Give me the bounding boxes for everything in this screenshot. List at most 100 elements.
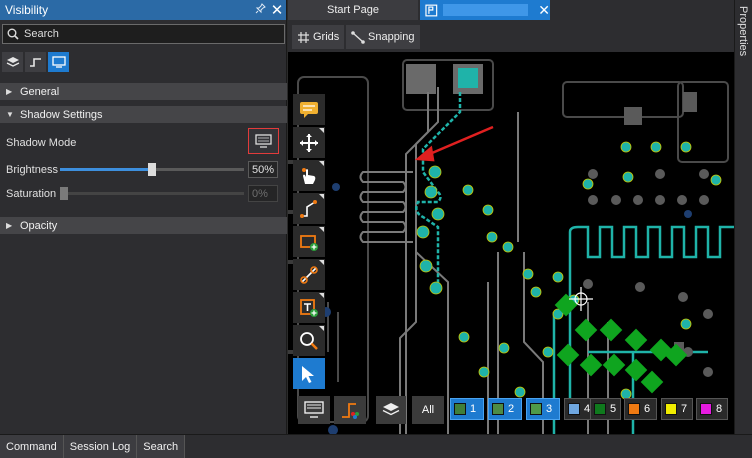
monitor-icon — [255, 134, 272, 148]
layer-chip-8[interactable]: 8 — [696, 398, 728, 420]
all-layers-label: All — [421, 404, 435, 416]
layer-chip-1[interactable]: 1 — [450, 398, 484, 420]
snapping-icon — [351, 30, 365, 44]
section-opacity[interactable]: ▶ Opacity — [0, 217, 287, 234]
shadow-mode-button[interactable] — [248, 128, 279, 154]
layer-chip-3[interactable]: 3 — [526, 398, 560, 420]
net-colors-icon — [342, 403, 359, 419]
section-shadow-label: Shadow Settings — [20, 108, 103, 121]
monitor-icon — [304, 401, 324, 418]
layer-chip-2[interactable]: 2 — [488, 398, 522, 420]
tab-command[interactable]: Command — [0, 435, 64, 458]
layer-number: 2 — [508, 403, 515, 415]
grids-button[interactable]: Grids — [292, 25, 345, 49]
layer-number: 1 — [470, 403, 477, 415]
layer-chip-5[interactable]: 5 — [590, 398, 622, 420]
add-text-tool-button[interactable] — [293, 292, 325, 323]
redacted-document-name — [442, 4, 529, 16]
layers-mode-button[interactable] — [2, 52, 23, 72]
tab-start-page[interactable]: Start Page — [288, 0, 418, 20]
section-opacity-label: Opacity — [20, 219, 58, 232]
saturation-slider-track[interactable] — [60, 192, 244, 195]
select-tool-button[interactable] — [293, 358, 325, 389]
arrow-cursor-icon — [302, 365, 314, 383]
shadow-mode-label: Shadow Mode — [6, 137, 77, 149]
comment-icon — [300, 101, 318, 118]
view-mode-buttons — [2, 52, 69, 72]
connect-tool-button[interactable] — [293, 259, 325, 290]
snapping-button[interactable]: Snapping — [346, 25, 420, 49]
add-text-icon — [300, 298, 318, 317]
section-general-label: General — [20, 85, 60, 98]
layer-color-swatch — [492, 403, 504, 415]
tab-pcb-document[interactable]: ✕ — [420, 0, 550, 20]
move-icon — [300, 133, 318, 152]
brightness-value[interactable]: 50% — [248, 161, 278, 178]
layer-color-swatch — [530, 403, 542, 415]
submenu-indicator-icon — [319, 260, 324, 265]
comment-tool-button[interactable] — [293, 94, 325, 125]
panel-title: Visibility — [5, 3, 49, 17]
close-panel-icon[interactable]: ✕ — [268, 1, 286, 19]
hand-pointer-icon — [302, 167, 316, 184]
submenu-indicator-icon — [319, 227, 324, 232]
nets-mode-button[interactable] — [25, 52, 46, 72]
search-icon — [7, 28, 19, 40]
tab-search[interactable]: Search — [137, 435, 186, 458]
display-mode-button[interactable] — [48, 52, 69, 72]
search-input[interactable] — [24, 28, 264, 40]
route-tool-button[interactable] — [293, 193, 325, 224]
monitor-icon — [51, 56, 66, 68]
layers-icon — [382, 403, 400, 416]
all-layers-button[interactable]: All — [412, 396, 444, 424]
layer-bar: All 12345678 — [288, 394, 734, 428]
expand-arrow-icon: ▶ — [6, 221, 13, 230]
route-icon — [300, 199, 317, 218]
snapping-label: Snapping — [368, 31, 415, 43]
saturation-slider-thumb[interactable] — [60, 187, 68, 200]
brightness-slider-fill — [60, 168, 148, 171]
submenu-indicator-icon — [319, 326, 324, 331]
submenu-indicator-icon — [319, 293, 324, 298]
zoom-tool-button[interactable] — [293, 325, 325, 356]
grid-icon — [298, 31, 309, 43]
view-toolbar: Grids Snapping — [288, 20, 734, 52]
bottom-panel-tabs: Command Session Log Search — [0, 434, 752, 458]
bottom-bar-empty — [185, 435, 752, 458]
layer-number: 8 — [716, 403, 723, 415]
submenu-indicator-icon — [319, 128, 324, 133]
add-area-tool-button[interactable] — [293, 226, 325, 257]
layers-toggle-button[interactable] — [376, 396, 406, 424]
panel-title-bar: Visibility ✕ — [0, 0, 286, 20]
pin-icon[interactable] — [252, 3, 268, 17]
tab-start-page-label: Start Page — [327, 4, 379, 16]
connect-icon — [300, 265, 318, 284]
move-tool-button[interactable] — [293, 127, 325, 158]
layer-color-swatch — [700, 403, 712, 415]
close-tab-icon[interactable]: ✕ — [538, 2, 550, 19]
properties-side-tab[interactable]: Properties — [734, 0, 752, 434]
add-area-icon — [300, 234, 318, 251]
layer-chip-7[interactable]: 7 — [661, 398, 693, 420]
brightness-label: Brightness — [6, 164, 58, 176]
search-field[interactable] — [2, 24, 285, 44]
section-shadow-settings[interactable]: ▼ Shadow Settings — [0, 106, 287, 123]
collapse-arrow-icon: ▼ — [6, 110, 14, 119]
section-general[interactable]: ▶ General — [0, 83, 287, 100]
display-settings-button[interactable] — [298, 396, 330, 424]
magnifier-icon — [300, 331, 318, 350]
submenu-indicator-icon — [319, 194, 324, 199]
net-colors-button[interactable] — [334, 396, 366, 424]
pcb-canvas[interactable] — [288, 52, 734, 434]
layer-chip-6[interactable]: 6 — [624, 398, 657, 420]
tab-session-log[interactable]: Session Log — [63, 435, 138, 458]
pcb-layout-drawing — [288, 59, 734, 434]
brightness-slider-thumb[interactable] — [148, 163, 156, 176]
layer-color-swatch — [454, 403, 466, 415]
select-hand-tool-button[interactable] — [293, 160, 325, 191]
pcb-document-icon — [425, 4, 438, 16]
document-tabs: Start Page ✕ — [288, 0, 734, 20]
layer-color-swatch — [594, 403, 606, 415]
submenu-indicator-icon — [319, 161, 324, 166]
saturation-value[interactable]: 0% — [248, 185, 278, 202]
